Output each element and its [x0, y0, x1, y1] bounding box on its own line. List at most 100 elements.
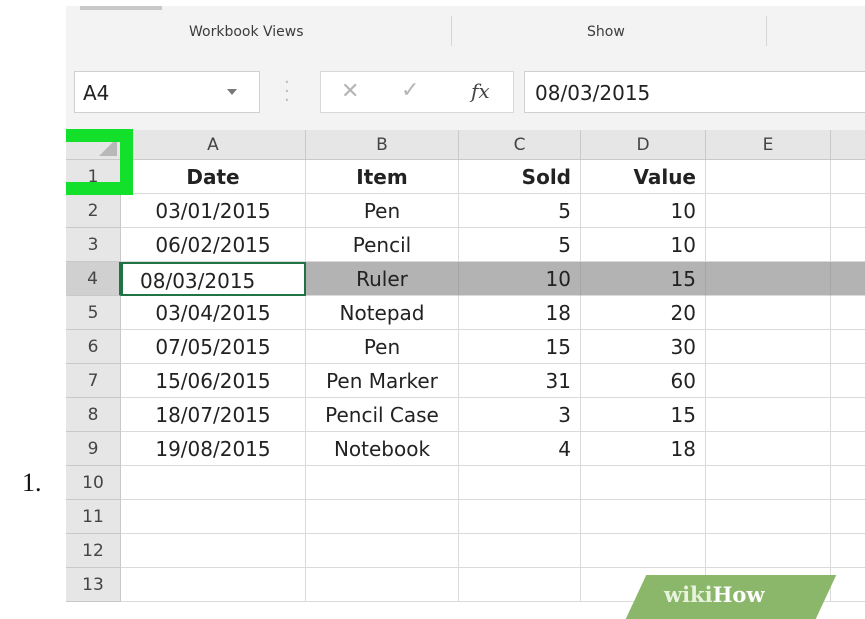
formula-input[interactable]: 08/03/2015 [524, 71, 865, 113]
cell-b9[interactable]: Notebook [306, 432, 459, 466]
cell-e9[interactable] [706, 432, 831, 466]
row-header-10[interactable]: 10 [66, 466, 121, 500]
insert-function-icon[interactable]: fx [471, 79, 490, 103]
cell-d7[interactable]: 60 [581, 364, 706, 398]
row-header-5[interactable]: 5 [66, 296, 121, 330]
cell-c1[interactable]: Sold [459, 160, 581, 194]
cell-d11[interactable] [581, 500, 706, 534]
cell-d8[interactable]: 15 [581, 398, 706, 432]
cell-b3[interactable]: Pencil [306, 228, 459, 262]
cell-e6[interactable] [706, 330, 831, 364]
cell-f1[interactable] [831, 160, 865, 194]
cancel-icon[interactable]: ✕ [341, 79, 359, 104]
cell-a5[interactable]: 03/04/2015 [121, 296, 306, 330]
row-header-12[interactable]: 12 [66, 534, 121, 568]
cell-e4[interactable] [706, 262, 831, 296]
cell-a11[interactable] [121, 500, 306, 534]
column-header-a[interactable]: A [121, 130, 306, 160]
row-header-7[interactable]: 7 [66, 364, 121, 398]
cell-f10[interactable] [831, 466, 865, 500]
cell-a12[interactable] [121, 534, 306, 568]
cell-a7[interactable]: 15/06/2015 [121, 364, 306, 398]
cell-e8[interactable] [706, 398, 831, 432]
cell-e12[interactable] [706, 534, 831, 568]
row-header-6[interactable]: 6 [66, 330, 121, 364]
cell-e1[interactable] [706, 160, 831, 194]
cell-e3[interactable] [706, 228, 831, 262]
column-header-c[interactable]: C [459, 130, 581, 160]
cell-b13[interactable] [306, 568, 459, 602]
column-header-b[interactable]: B [306, 130, 459, 160]
cell-a8[interactable]: 18/07/2015 [121, 398, 306, 432]
row-header-11[interactable]: 11 [66, 500, 121, 534]
name-box[interactable]: A4 [74, 71, 260, 113]
row-header-2[interactable]: 2 [66, 194, 121, 228]
cell-a6[interactable]: 07/05/2015 [121, 330, 306, 364]
cell-f3[interactable] [831, 228, 865, 262]
cell-d3[interactable]: 10 [581, 228, 706, 262]
cell-f8[interactable] [831, 398, 865, 432]
row-header-9[interactable]: 9 [66, 432, 121, 466]
cell-c8[interactable]: 3 [459, 398, 581, 432]
cell-e2[interactable] [706, 194, 831, 228]
cell-b2[interactable]: Pen [306, 194, 459, 228]
cell-a3[interactable]: 06/02/2015 [121, 228, 306, 262]
row-header-4[interactable]: 4 [66, 262, 121, 296]
cell-d10[interactable] [581, 466, 706, 500]
cell-f7[interactable] [831, 364, 865, 398]
cell-c3[interactable]: 5 [459, 228, 581, 262]
cell-c7[interactable]: 31 [459, 364, 581, 398]
column-header-d[interactable]: D [581, 130, 706, 160]
row-header-13[interactable]: 13 [66, 568, 121, 602]
cell-a13[interactable] [121, 568, 306, 602]
cell-e7[interactable] [706, 364, 831, 398]
cell-c2[interactable]: 5 [459, 194, 581, 228]
chevron-down-icon[interactable] [227, 89, 237, 95]
cell-b1[interactable]: Item [306, 160, 459, 194]
cell-c5[interactable]: 18 [459, 296, 581, 330]
cell-b7[interactable]: Pen Marker [306, 364, 459, 398]
row-header-3[interactable]: 3 [66, 228, 121, 262]
cell-a1[interactable]: Date [121, 160, 306, 194]
row-header-8[interactable]: 8 [66, 398, 121, 432]
cell-c11[interactable] [459, 500, 581, 534]
cell-a4[interactable]: 08/03/2015 [121, 262, 306, 296]
cell-c6[interactable]: 15 [459, 330, 581, 364]
cell-f11[interactable] [831, 500, 865, 534]
cell-e5[interactable] [706, 296, 831, 330]
cell-a9[interactable]: 19/08/2015 [121, 432, 306, 466]
cell-a2[interactable]: 03/01/2015 [121, 194, 306, 228]
enter-icon[interactable]: ✓ [401, 78, 419, 103]
cell-d5[interactable]: 20 [581, 296, 706, 330]
cell-d12[interactable] [581, 534, 706, 568]
cell-b10[interactable] [306, 466, 459, 500]
cell-b6[interactable]: Pen [306, 330, 459, 364]
cell-d2[interactable]: 10 [581, 194, 706, 228]
cell-b5[interactable]: Notepad [306, 296, 459, 330]
column-header-f[interactable] [831, 130, 865, 160]
cell-b8[interactable]: Pencil Case [306, 398, 459, 432]
ribbon-group-workbook-views[interactable]: Workbook Views [189, 24, 304, 40]
cell-b11[interactable] [306, 500, 459, 534]
cell-d6[interactable]: 30 [581, 330, 706, 364]
cell-f5[interactable] [831, 296, 865, 330]
cell-f9[interactable] [831, 432, 865, 466]
cell-c12[interactable] [459, 534, 581, 568]
cell-e10[interactable] [706, 466, 831, 500]
cell-d1[interactable]: Value [581, 160, 706, 194]
grip-dots-icon[interactable]: · · · [284, 74, 290, 110]
cell-f13[interactable] [831, 568, 865, 602]
cell-f6[interactable] [831, 330, 865, 364]
cell-d4[interactable]: 15 [581, 262, 706, 296]
column-header-e[interactable]: E [706, 130, 831, 160]
cell-b12[interactable] [306, 534, 459, 568]
cell-c13[interactable] [459, 568, 581, 602]
cell-f12[interactable] [831, 534, 865, 568]
cell-f4[interactable] [831, 262, 865, 296]
cell-f2[interactable] [831, 194, 865, 228]
cell-b4[interactable]: Ruler [306, 262, 459, 296]
cell-c4[interactable]: 10 [459, 262, 581, 296]
cell-d9[interactable]: 18 [581, 432, 706, 466]
cell-e11[interactable] [706, 500, 831, 534]
cell-a10[interactable] [121, 466, 306, 500]
